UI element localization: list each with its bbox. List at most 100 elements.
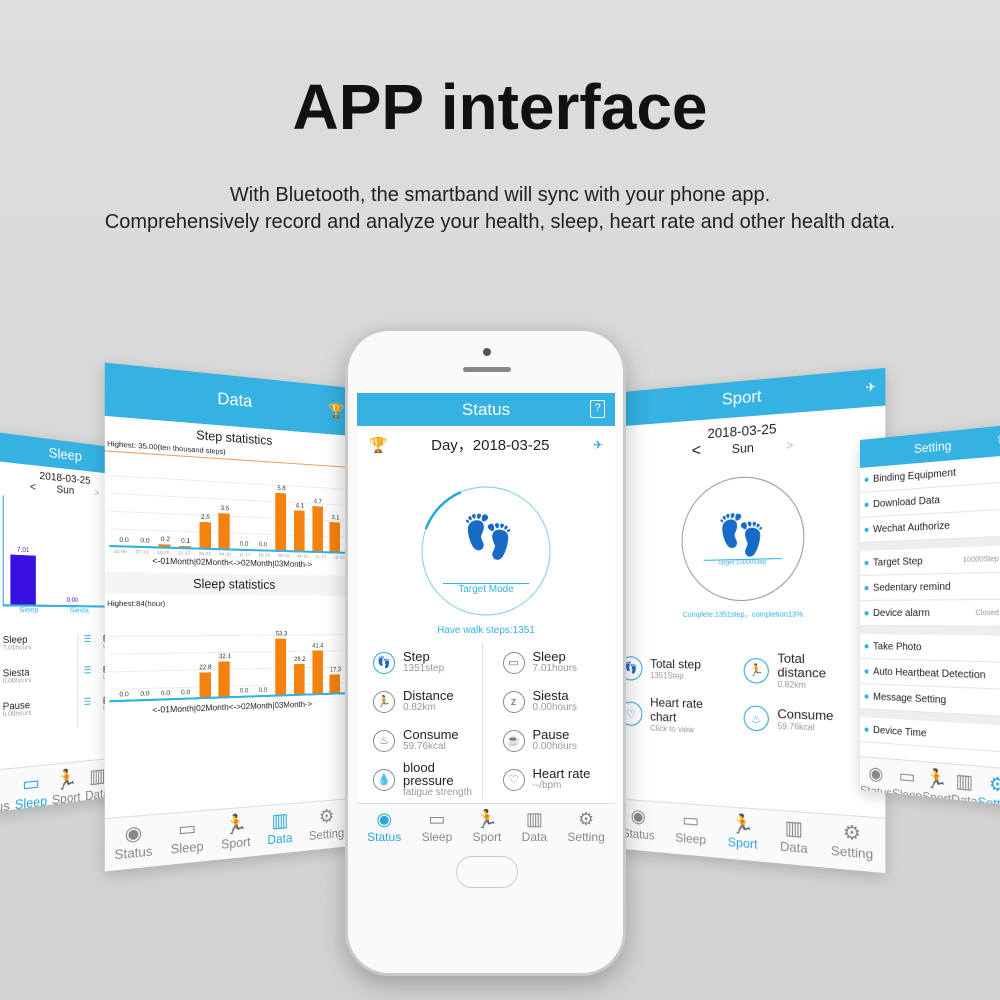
next-day-button[interactable]: > — [786, 437, 794, 453]
setting-label: Take Photo — [873, 640, 922, 653]
setting-icon: ● — [863, 498, 870, 511]
setting-icon: ● — [863, 473, 870, 486]
status-item-label: Distance — [403, 688, 454, 704]
tab-status[interactable]: ◉Status — [367, 804, 401, 849]
week-tick-label: 18-24 — [258, 552, 271, 558]
tab-sport[interactable]: 🏃 Sport — [473, 804, 502, 849]
status-item[interactable]: 💧 blood pressure fatigue strength — [373, 760, 482, 799]
tab-data[interactable]: ▥ Data — [267, 804, 292, 855]
setting-label: Message Setting — [873, 691, 947, 706]
tab-label: Data — [951, 791, 978, 806]
sleep-item: Pause 0.00hours — [3, 697, 77, 734]
setting-item[interactable]: ●Target Step10000Step› — [860, 545, 1000, 576]
prev-day-button[interactable]: < — [692, 442, 701, 460]
tab-setting[interactable]: ⚙Setting — [567, 804, 604, 849]
step-bar-chart: 0.0 0.0 0.2 0.1 2.5 3.5 0.0 0.0 5.8 4.1 4.7 3.1 — [109, 458, 349, 554]
share-icon[interactable]: ✈ — [593, 438, 603, 452]
setting-value: 10000Step — [962, 555, 999, 564]
runner-icon: 🏃 — [730, 812, 755, 836]
tab-setting[interactable]: ⚙Setting — [978, 767, 1000, 805]
status-item[interactable]: z Siesta 0.00hours — [502, 682, 612, 721]
setting-label: Device Time — [873, 724, 927, 740]
tab-status[interactable]: ◉Status — [114, 815, 152, 870]
status-title: Status — [461, 400, 511, 419]
tab-data[interactable]: ▥ Data — [780, 811, 807, 866]
setting-icon: ● — [863, 582, 870, 594]
sport-item-label: Heart rate chart — [650, 695, 703, 725]
help-icon[interactable]: ? — [590, 400, 605, 418]
tab-data[interactable]: ▥ Data — [951, 764, 977, 805]
setting-label: Download Data — [873, 494, 940, 510]
sport-item[interactable]: ♨ Consume 59.76kcal — [743, 699, 877, 742]
person-icon: ◉ — [868, 762, 884, 785]
runner-icon: 🏃 — [373, 690, 395, 713]
step-bar-label: 5.8 — [277, 486, 286, 493]
zz-icon: z — [502, 690, 525, 713]
sleep-stat-bar-label: 17.3 — [329, 667, 341, 674]
tab-sleep[interactable]: ▭ Sleep — [422, 804, 453, 849]
sport-item[interactable]: 👣 Total step 1351Step — [619, 650, 740, 689]
status-item[interactable]: 🏃 Distance 0.82km — [373, 682, 482, 721]
tab-sport[interactable]: 🏃 Sport — [221, 807, 250, 859]
status-item[interactable]: 👣 Step 1351step — [373, 643, 482, 682]
tab-sleep[interactable]: ▭ Sleep — [892, 760, 922, 803]
tab-label: Data — [267, 830, 293, 848]
status-item[interactable]: ▭ Sleep 7.01hours — [502, 643, 612, 682]
share-icon[interactable]: ✈ — [866, 369, 877, 407]
sleep-bar-value: 7.01 — [16, 547, 30, 555]
walk-steps: Have walk steps:1351 — [437, 625, 535, 636]
tab-sport[interactable]: 🏃 Sport — [728, 807, 758, 861]
setting-item[interactable]: ●Device alarmClosed› — [860, 599, 1000, 627]
tab-sleep[interactable]: ▭ Sleep — [171, 811, 204, 865]
setting-screen: Setting⇧ ●Binding Equipment›●Download Da… — [860, 424, 1000, 806]
status-item-label: Step — [403, 649, 430, 665]
tab-sport[interactable]: 🏃 Sport — [52, 762, 81, 808]
tab-sleep[interactable]: ▭ Sleep — [15, 765, 47, 813]
tab-label: Status — [114, 843, 153, 863]
trophy-icon[interactable]: 🏆 — [369, 436, 388, 454]
sleep-bar — [10, 554, 36, 605]
tab-sleep[interactable]: ▭ Sleep — [675, 804, 706, 857]
tab-status[interactable]: ◉Status — [0, 769, 10, 815]
person-icon: ◉ — [376, 809, 393, 829]
prev-day-button[interactable]: < — [30, 481, 36, 494]
footprints-icon: 👣 — [717, 512, 767, 558]
setting-value: Closed — [975, 609, 999, 617]
setting-item[interactable]: ●Take Photo› — [860, 634, 1000, 663]
tab-setting[interactable]: ⚙Setting — [309, 800, 344, 851]
sleep-stat-bar — [218, 661, 231, 697]
tab-label: Sleep — [421, 830, 453, 844]
step-bar-label: 2.5 — [201, 514, 210, 522]
status-item[interactable]: ♨ Consume 59.76kcal — [373, 721, 482, 760]
target-mode-label[interactable]: Target Mode — [443, 583, 529, 595]
sleep-stat-bar-label: 22.8 — [199, 664, 212, 672]
status-item[interactable]: ☕ Pause 0.00hours — [502, 721, 612, 760]
week-tick-label: 31-06 — [113, 548, 127, 555]
status-screen: Status? 🏆 Day，2018-03-25 ✈ 👣 Target Mode… — [357, 393, 615, 849]
tab-status[interactable]: ◉Status — [860, 757, 892, 801]
trophy-icon[interactable]: 🏆 — [328, 386, 344, 436]
step-bar-label: 0.0 — [239, 541, 249, 548]
sport-item[interactable]: ♡ Heart rate chart Click to view — [619, 695, 740, 737]
tab-label: Status — [621, 825, 655, 843]
tab-status[interactable]: ◉Status — [622, 800, 655, 852]
status-item-value: 1351step — [403, 663, 445, 675]
step-bar — [199, 522, 211, 548]
next-day-button[interactable]: > — [94, 487, 100, 499]
step-bar-label: 0.1 — [181, 538, 191, 546]
tab-sport[interactable]: 🏃 Sport — [922, 762, 951, 806]
list-icon: ☰ — [83, 696, 92, 708]
status-item[interactable]: ♡ Heart rate --/bpm — [502, 760, 612, 799]
setting-icon: ● — [863, 640, 870, 652]
tab-setting[interactable]: ⚙Setting — [831, 815, 873, 872]
sleep-item: Siesta 0.00hours — [3, 665, 77, 701]
home-button[interactable] — [456, 856, 518, 888]
sleep-stat-bar-label: 0.0 — [119, 691, 129, 699]
upload-icon[interactable]: ⇧ — [996, 425, 1000, 456]
sport-item[interactable]: 🏃 Total distance 0.82km — [743, 651, 877, 693]
step-bar-label: 0.0 — [119, 537, 129, 545]
setting-label: Auto Heartbeat Detection — [873, 665, 986, 681]
tab-label: Status — [367, 830, 402, 844]
setting-item[interactable]: ●Sedentary remind› — [860, 572, 1000, 601]
tab-data[interactable]: ▥ Data — [522, 804, 547, 849]
